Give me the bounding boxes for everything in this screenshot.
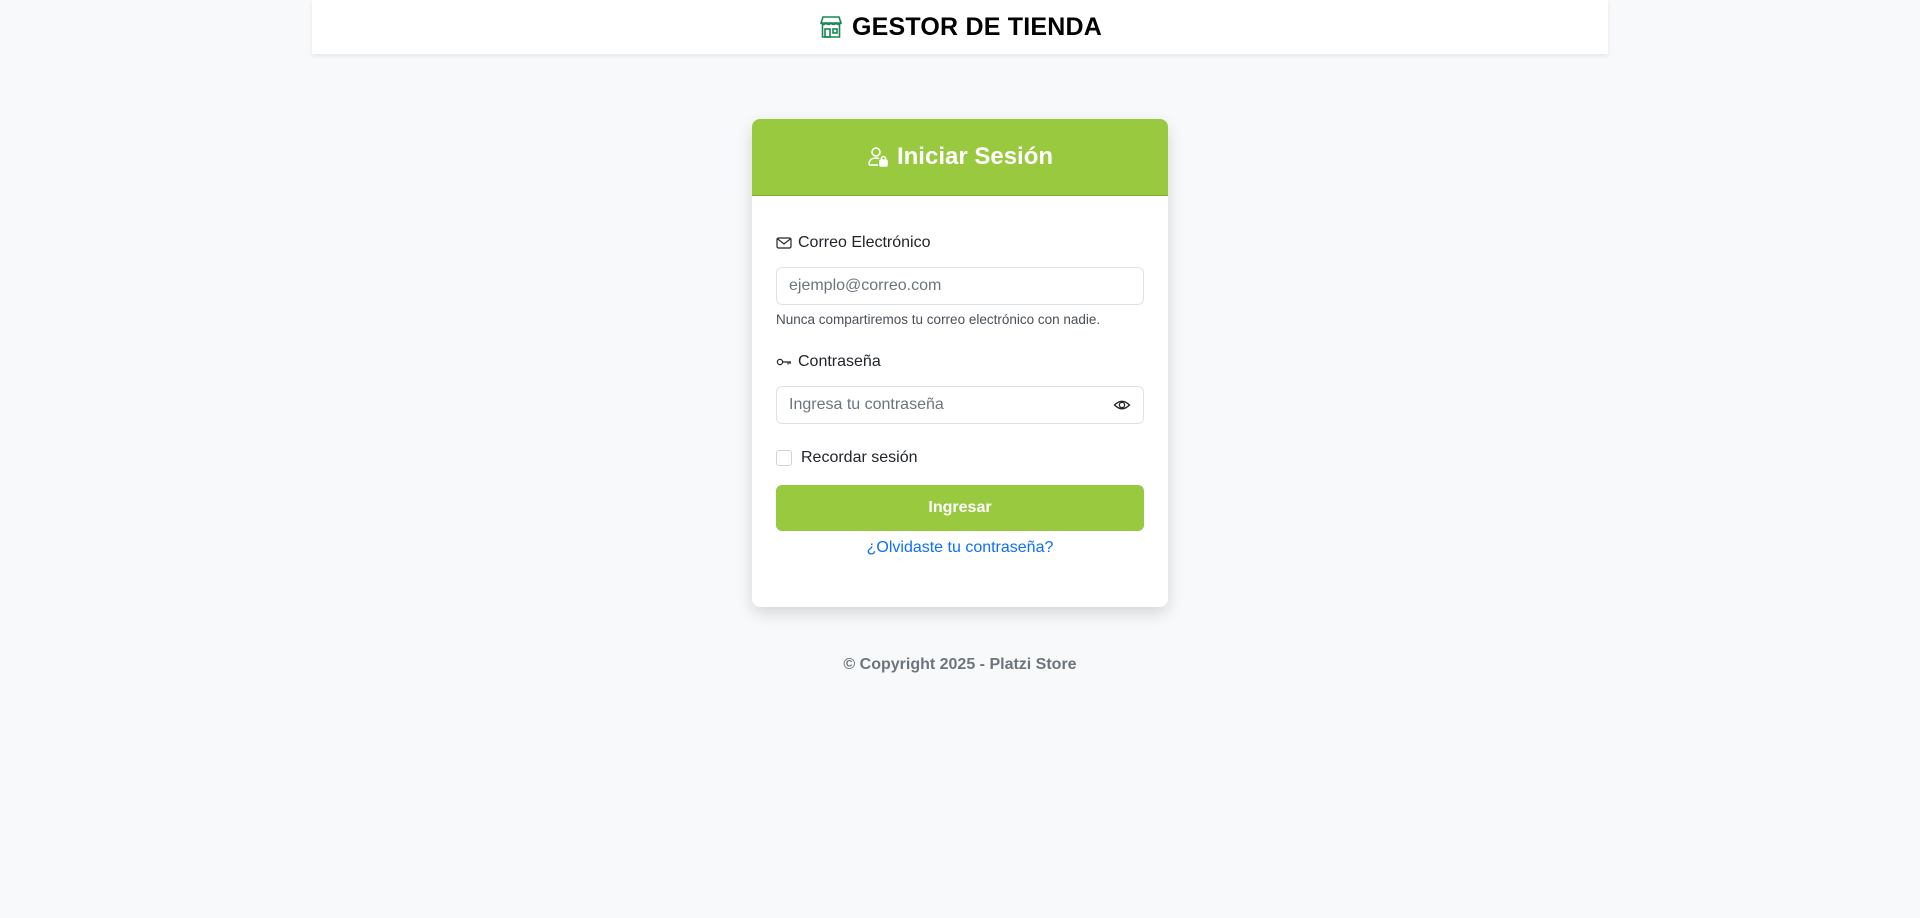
- shop-icon: [818, 14, 844, 40]
- email-field-wrapper: [776, 267, 1144, 305]
- envelope-icon: [776, 235, 792, 251]
- brand[interactable]: GESTOR DE TIENDA: [818, 13, 1102, 42]
- password-label-text: Contraseña: [798, 353, 881, 370]
- top-navbar: GESTOR DE TIENDA: [312, 0, 1608, 54]
- submit-button[interactable]: Ingresar: [776, 485, 1144, 531]
- password-label: Contraseña: [776, 353, 881, 371]
- email-input[interactable]: [789, 268, 1131, 304]
- eye-icon[interactable]: [1113, 396, 1131, 414]
- remember-row: Recordar sesión: [776, 449, 918, 467]
- password-input[interactable]: [789, 387, 1113, 423]
- login-card-header: Iniciar Sesión: [752, 119, 1168, 196]
- password-field-wrapper: [776, 386, 1144, 424]
- email-label: Correo Electrónico: [776, 234, 931, 252]
- key-icon: [776, 354, 792, 370]
- login-card: Iniciar Sesión Correo Electrónico Nunca …: [752, 119, 1168, 607]
- login-title: Iniciar Sesión: [896, 143, 1054, 170]
- remember-checkbox[interactable]: [776, 450, 792, 466]
- remember-label[interactable]: Recordar sesión: [801, 449, 918, 467]
- forgot-password-link[interactable]: ¿Olvidaste tu contraseña?: [752, 539, 1168, 557]
- brand-title: GESTOR DE TIENDA: [852, 12, 1102, 41]
- footer-copyright: © Copyright 2025 - Platzi Store: [843, 656, 1077, 673]
- person-lock-icon: [867, 146, 889, 168]
- email-help-text: Nunca compartiremos tu correo electrónic…: [776, 312, 1101, 327]
- email-label-text: Correo Electrónico: [798, 234, 931, 251]
